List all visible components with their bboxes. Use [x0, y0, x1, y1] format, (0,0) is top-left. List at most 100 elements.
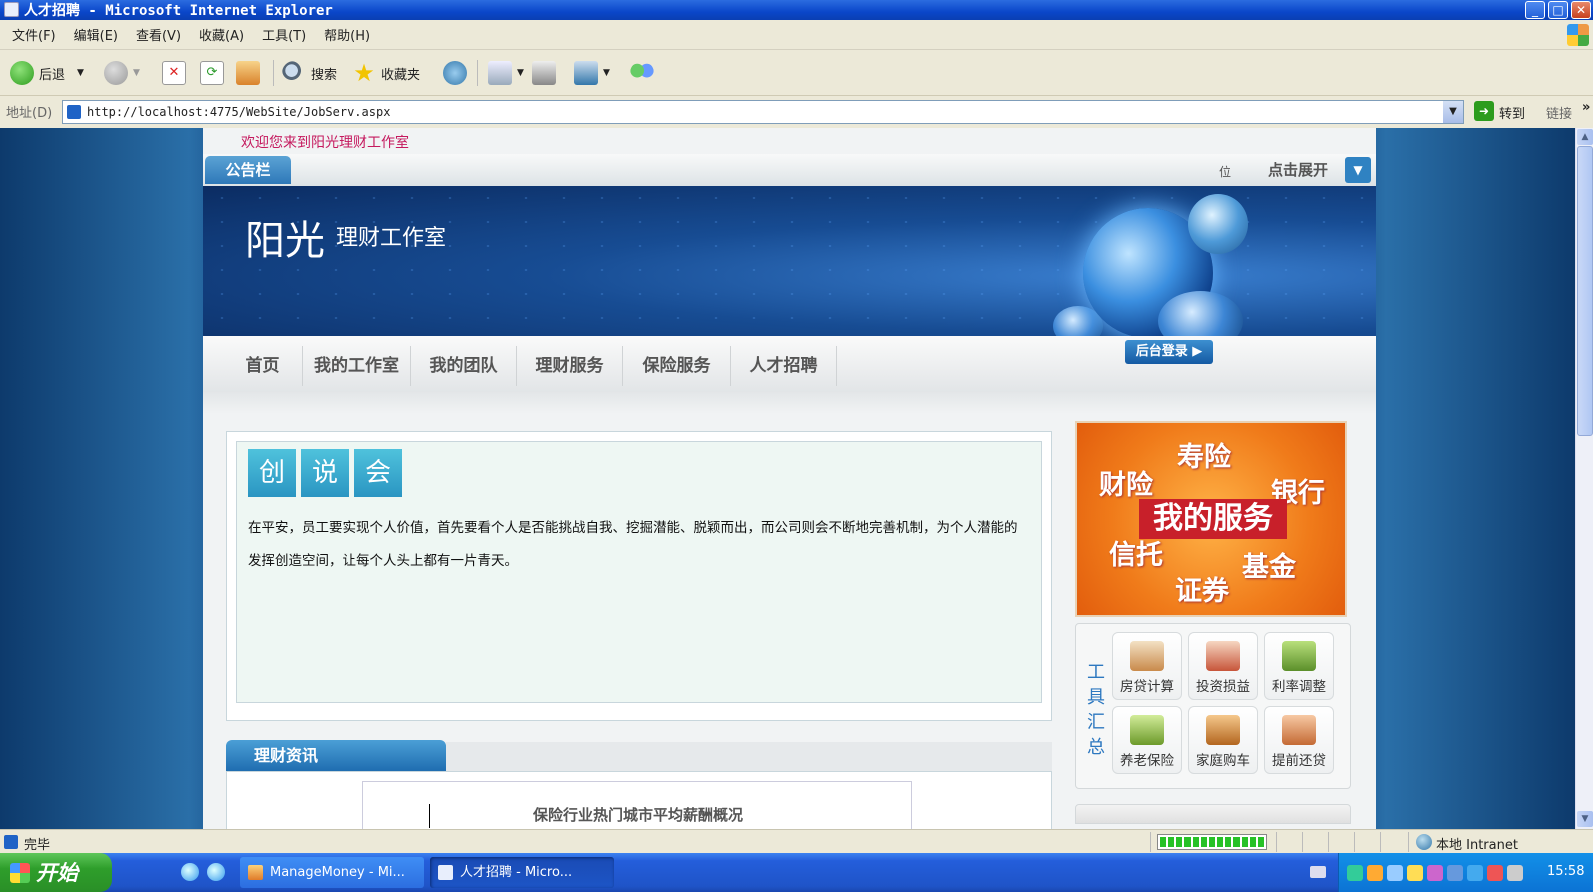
go-arrow-icon[interactable]: ➜: [1474, 101, 1494, 121]
edit-dropdown-icon[interactable]: ▼: [603, 68, 610, 78]
scroll-down-icon[interactable]: ▼: [1577, 811, 1593, 827]
favorites-button[interactable]: ★ 收藏夹: [352, 58, 420, 88]
tool-label: 房贷计算: [1120, 679, 1174, 695]
chevron-down-icon[interactable]: ▼: [1345, 157, 1371, 183]
car-icon: [1206, 715, 1240, 745]
minimize-button[interactable]: _: [1525, 1, 1545, 19]
chevron-right-icon[interactable]: »: [1582, 100, 1590, 115]
maximize-button[interactable]: □: [1548, 1, 1568, 19]
tray-icon[interactable]: [1387, 865, 1403, 881]
tray-icon[interactable]: [1347, 865, 1363, 881]
back-label: 后退: [39, 67, 66, 83]
ad-word: 基金: [1242, 552, 1296, 583]
nav-finance-service[interactable]: 理财服务: [517, 346, 623, 386]
admin-login-button[interactable]: 后台登录 ▶: [1125, 340, 1213, 364]
tool-pension-insurance[interactable]: 养老保险: [1112, 706, 1182, 774]
close-button[interactable]: ✕: [1571, 1, 1591, 19]
tray-icon[interactable]: [1427, 865, 1443, 881]
menu-favorites[interactable]: 收藏(A): [199, 25, 244, 44]
stop-button[interactable]: ✕: [162, 58, 191, 88]
notice-tab[interactable]: 公告栏: [205, 156, 291, 184]
expand-link[interactable]: 点击展开: [1268, 159, 1328, 180]
start-label: 开始: [36, 860, 78, 885]
tool-early-repayment[interactable]: 提前还贷: [1264, 706, 1334, 774]
refresh-button[interactable]: ⟳: [200, 58, 229, 88]
task-managemoney[interactable]: ManageMoney - Mi...: [240, 857, 424, 888]
links-label[interactable]: 链接: [1546, 103, 1572, 122]
tray-icon[interactable]: [1487, 865, 1503, 881]
edit-button[interactable]: ▼: [574, 58, 610, 88]
back-button[interactable]: 后退 ▼: [10, 58, 84, 88]
keyboard-icon[interactable]: [1310, 866, 1326, 878]
address-dropdown-icon[interactable]: ▼: [1443, 101, 1463, 123]
progress-segment: [1208, 837, 1216, 847]
start-button[interactable]: 开始: [0, 853, 112, 892]
nav-insurance-service[interactable]: 保险服务: [623, 346, 731, 386]
home-button[interactable]: [236, 58, 265, 88]
print-button[interactable]: [532, 58, 561, 88]
address-label: 地址(D): [6, 106, 53, 121]
banner-title: 阳光: [245, 218, 325, 264]
ad-word: 财险: [1099, 470, 1153, 501]
page-done-icon: [4, 835, 18, 849]
forward-dropdown-icon[interactable]: ▼: [133, 68, 140, 78]
tools-panel: 工具汇总 房贷计算 投资损益 利率调整 养老保险 家庭购车 提前还贷: [1075, 623, 1351, 789]
scroll-thumb[interactable]: [1577, 146, 1593, 436]
tray-icon[interactable]: [1467, 865, 1483, 881]
home-icon: [236, 61, 260, 85]
nav-my-studio[interactable]: 我的工作室: [303, 346, 411, 386]
tool-family-car[interactable]: 家庭购车: [1188, 706, 1258, 774]
window-title-bar[interactable]: 人才招聘 - Microsoft Internet Explorer _ □ ✕: [0, 0, 1593, 20]
progress-segment: [1176, 837, 1183, 847]
site-banner: 阳光 理财工作室: [203, 186, 1376, 336]
menu-tools[interactable]: 工具(T): [262, 25, 306, 44]
mail-dropdown-icon[interactable]: ▼: [517, 68, 524, 78]
address-bar: 地址(D) http://localhost:4775/WebSite/JobS…: [0, 96, 1593, 128]
print-icon: [532, 61, 556, 85]
forward-button[interactable]: ▼: [104, 58, 140, 88]
tray-icon[interactable]: [1367, 865, 1383, 881]
tool-rate-adjust[interactable]: 利率调整: [1264, 632, 1334, 700]
windows-flag-icon: [10, 863, 30, 883]
tray-icon[interactable]: [1447, 865, 1463, 881]
tray-icon[interactable]: [1407, 865, 1423, 881]
my-service-ad[interactable]: 寿险 财险 银行 我的服务 信托 基金 证券: [1075, 421, 1347, 617]
menu-bar: 文件(F) 编辑(E) 查看(V) 收藏(A) 工具(T) 帮助(H): [0, 20, 1593, 50]
content-inner: 创 说 会 在平安，员工要实现个人价值，首先要看个人是否能挑战自我、挖掘潜能、脱…: [236, 441, 1042, 703]
taskbar: 开始 ManageMoney - Mi... 人才招聘 - Micro... 1…: [0, 853, 1593, 892]
search-label: 搜索: [311, 67, 338, 83]
address-input[interactable]: http://localhost:4775/WebSite/JobServ.as…: [62, 100, 1464, 124]
news-panel: 保险行业热门城市平均薪酬概况: [226, 771, 1052, 829]
search-button[interactable]: 搜索: [282, 58, 337, 88]
window-title: 人才招聘 - Microsoft Internet Explorer: [24, 3, 333, 19]
news-title[interactable]: 保险行业热门城市平均薪酬概况: [363, 804, 913, 825]
progress-segment: [1249, 837, 1256, 847]
menu-help[interactable]: 帮助(H): [324, 25, 370, 44]
nav-home[interactable]: 首页: [223, 346, 303, 386]
menu-edit[interactable]: 编辑(E): [74, 25, 118, 44]
media-button[interactable]: [443, 58, 472, 88]
task-recruitment[interactable]: 人才招聘 - Micro...: [430, 857, 614, 888]
menu-view[interactable]: 查看(V): [136, 25, 181, 44]
scroll-up-icon[interactable]: ▲: [1577, 129, 1593, 145]
tool-investment-pnl[interactable]: 投资损益: [1188, 632, 1258, 700]
house-icon: [1282, 715, 1316, 745]
nav-my-team[interactable]: 我的团队: [411, 346, 517, 386]
go-button[interactable]: 转到: [1499, 103, 1525, 122]
back-dropdown-icon[interactable]: ▼: [77, 68, 84, 78]
ie-quicklaunch-icon[interactable]: [181, 863, 199, 881]
menu-file[interactable]: 文件(F): [12, 25, 56, 44]
windows-logo-icon: [1567, 24, 1589, 46]
news-tab[interactable]: 理财资讯: [226, 740, 446, 771]
site-container: 欢迎您来到阳光理财工作室 公告栏 位 点击展开 ▼ 阳光 理财工作室 首页 我的…: [203, 128, 1376, 829]
mail-button[interactable]: ▼: [488, 58, 524, 88]
tray-icon[interactable]: [1507, 865, 1523, 881]
messenger-button[interactable]: [630, 58, 659, 88]
vertical-scrollbar[interactable]: ▲ ▼: [1575, 128, 1593, 829]
address-url[interactable]: http://localhost:4775/WebSite/JobServ.as…: [87, 105, 390, 119]
nav-recruitment[interactable]: 人才招聘: [731, 346, 837, 386]
clock[interactable]: 15:58: [1547, 864, 1584, 879]
tool-mortgage-calc[interactable]: 房贷计算: [1112, 632, 1182, 700]
desktop-quicklaunch-icon[interactable]: [207, 863, 225, 881]
forward-arrow-icon: [104, 61, 128, 85]
